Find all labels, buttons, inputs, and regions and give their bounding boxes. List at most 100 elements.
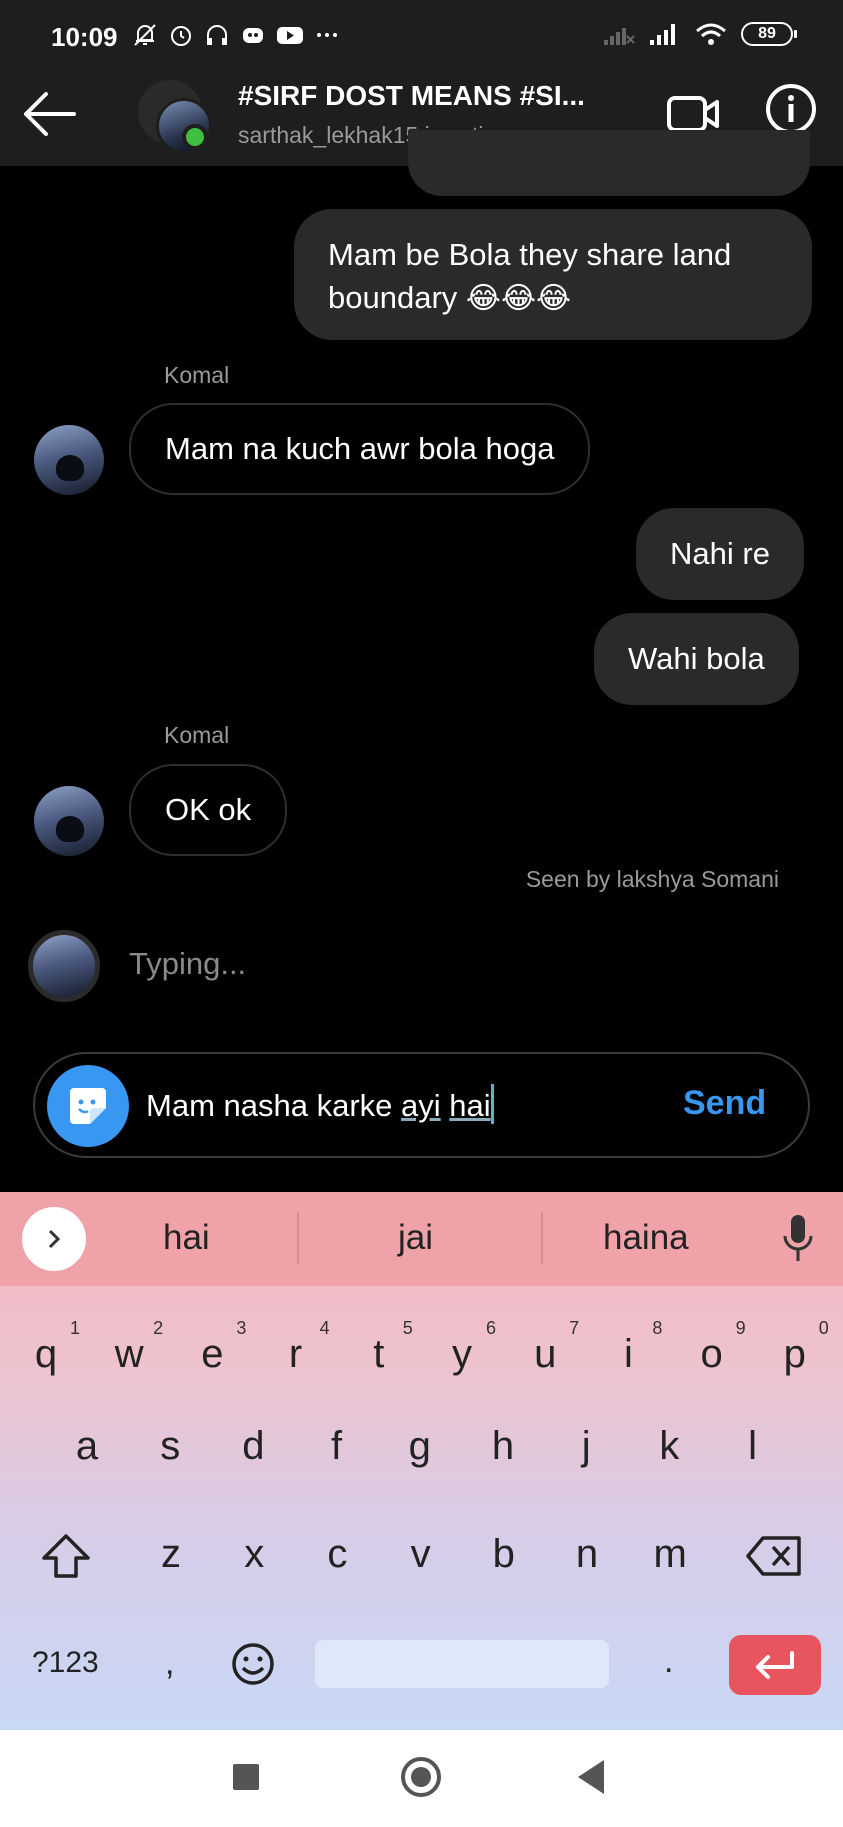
back-arrow-icon[interactable] (22, 90, 78, 138)
key-b[interactable]: b (474, 1532, 534, 1577)
chat-title[interactable]: #SIRF DOST MEANS #SI... (238, 80, 598, 112)
key-u[interactable]: u7 (515, 1318, 579, 1377)
message-bubble-outgoing[interactable]: Wahi bola (594, 613, 799, 705)
key-number-hint: 8 (652, 1318, 663, 1338)
key-a[interactable]: a (57, 1424, 117, 1469)
sender-avatar[interactable] (34, 786, 104, 856)
key-number-hint: 5 (402, 1318, 413, 1338)
message-input[interactable]: Mam nasha karke ayi hai (146, 1084, 494, 1124)
input-word-underlined: ayi (401, 1088, 441, 1123)
key-v[interactable]: v (391, 1532, 451, 1577)
laughing-emoji: 😂😂😂 (465, 282, 572, 315)
suggestion-item[interactable]: hai (163, 1218, 210, 1258)
home-icon[interactable] (401, 1757, 441, 1797)
discord-icon (243, 28, 263, 43)
suggestion-item[interactable]: jai (398, 1218, 433, 1258)
info-icon[interactable] (764, 82, 818, 136)
message-bubble-incoming[interactable]: OK ok (129, 764, 288, 856)
space-key[interactable] (315, 1640, 609, 1688)
key-p[interactable]: p0 (765, 1318, 829, 1377)
sender-avatar[interactable] (34, 425, 104, 495)
key-label: u (534, 1332, 557, 1376)
key-label: w (114, 1332, 144, 1376)
send-button[interactable]: Send (683, 1084, 766, 1123)
sticker-button[interactable] (47, 1065, 129, 1147)
symbols-key[interactable]: ?123 (32, 1646, 99, 1680)
system-navigation-bar (0, 1730, 843, 1827)
key-r[interactable]: r4 (266, 1318, 330, 1377)
key-w[interactable]: w2 (99, 1318, 163, 1377)
input-text: Mam nasha karke (146, 1088, 401, 1123)
key-y[interactable]: y6 (432, 1318, 496, 1377)
microphone-icon[interactable] (780, 1212, 816, 1266)
message-text: Mam na kuch awr bola hoga (165, 431, 555, 466)
signal-no-sim-icon (604, 28, 635, 45)
key-k[interactable]: k (639, 1424, 699, 1469)
key-x[interactable]: x (224, 1532, 284, 1577)
nav-back-icon[interactable] (578, 1760, 604, 1794)
more-icon (317, 33, 337, 37)
key-number-hint: 3 (236, 1318, 247, 1338)
key-label: o (700, 1332, 723, 1376)
key-n[interactable]: n (557, 1532, 617, 1577)
seen-receipt: Seen by lakshya Somani (525, 866, 779, 892)
toolbar-expand-button[interactable] (22, 1207, 86, 1271)
enter-key[interactable] (729, 1635, 821, 1695)
recents-icon[interactable] (233, 1764, 259, 1790)
message-bubble-outgoing[interactable]: Nahi re (636, 508, 804, 600)
text-caret (490, 1084, 494, 1124)
key-o[interactable]: o9 (682, 1318, 745, 1377)
key-q[interactable]: q1 (16, 1318, 80, 1377)
key-j[interactable]: j (556, 1424, 616, 1469)
message-composer[interactable]: Mam nasha karke ayi hai Send (33, 1052, 810, 1158)
status-bar: 10:09 89 (0, 0, 843, 62)
youtube-icon (277, 27, 303, 44)
suggestion-divider (541, 1212, 543, 1264)
chevron-right-icon (48, 1229, 61, 1249)
key-g[interactable]: g (390, 1424, 450, 1469)
key-f[interactable]: f (307, 1424, 367, 1469)
key-number-hint: 1 (69, 1318, 80, 1338)
key-number-hint: 6 (485, 1318, 496, 1338)
shift-icon[interactable] (40, 1532, 92, 1580)
previous-message-bubble (408, 130, 810, 196)
message-text: Nahi re (670, 536, 770, 571)
typing-indicator: Typing... (129, 946, 247, 981)
key-t[interactable]: t5 (349, 1318, 413, 1377)
mute-bell-icon (134, 24, 156, 46)
key-label: r (288, 1332, 303, 1376)
alarm-icon (171, 26, 191, 46)
key-s[interactable]: s (140, 1424, 200, 1469)
headphones-icon (207, 25, 227, 45)
message-text: Wahi bola (628, 641, 765, 676)
emoji-icon[interactable] (230, 1641, 276, 1687)
message-text: OK ok (165, 792, 252, 827)
key-c[interactable]: c (307, 1532, 367, 1577)
comma-key[interactable]: , (165, 1644, 174, 1683)
typing-user-avatar (28, 930, 100, 1002)
suggestion-divider (297, 1212, 299, 1264)
key-label: q (34, 1332, 58, 1376)
suggestion-item[interactable]: haina (603, 1218, 689, 1258)
soft-keyboard: hai jai haina q1 w2 e3 r4 t5 y6 u7 i8 o9 p0 asdfg… (0, 1192, 843, 1730)
key-label: y (452, 1332, 472, 1376)
sender-name: Komal (164, 362, 230, 388)
message-bubble-incoming[interactable]: Mam na kuch awr bola hoga (129, 403, 591, 495)
key-label: p (783, 1332, 806, 1376)
key-e[interactable]: e3 (182, 1318, 246, 1377)
backspace-icon[interactable] (745, 1534, 803, 1578)
key-m[interactable]: m (640, 1532, 700, 1577)
active-status-dot (182, 124, 208, 150)
period-key[interactable]: . (664, 1642, 673, 1681)
key-label: i (623, 1332, 633, 1376)
key-h[interactable]: h (473, 1424, 533, 1469)
message-bubble-outgoing[interactable]: Mam be Bola they share land boundary 😂😂😂 (294, 209, 812, 340)
system-icons: 89 (603, 22, 797, 46)
key-d[interactable]: d (223, 1424, 283, 1469)
key-l[interactable]: l (723, 1424, 783, 1469)
sticker-icon (70, 1088, 106, 1124)
key-i[interactable]: i8 (598, 1318, 662, 1377)
battery-indicator: 89 (741, 22, 797, 46)
sender-name: Komal (164, 722, 230, 748)
key-z[interactable]: z (141, 1532, 201, 1577)
